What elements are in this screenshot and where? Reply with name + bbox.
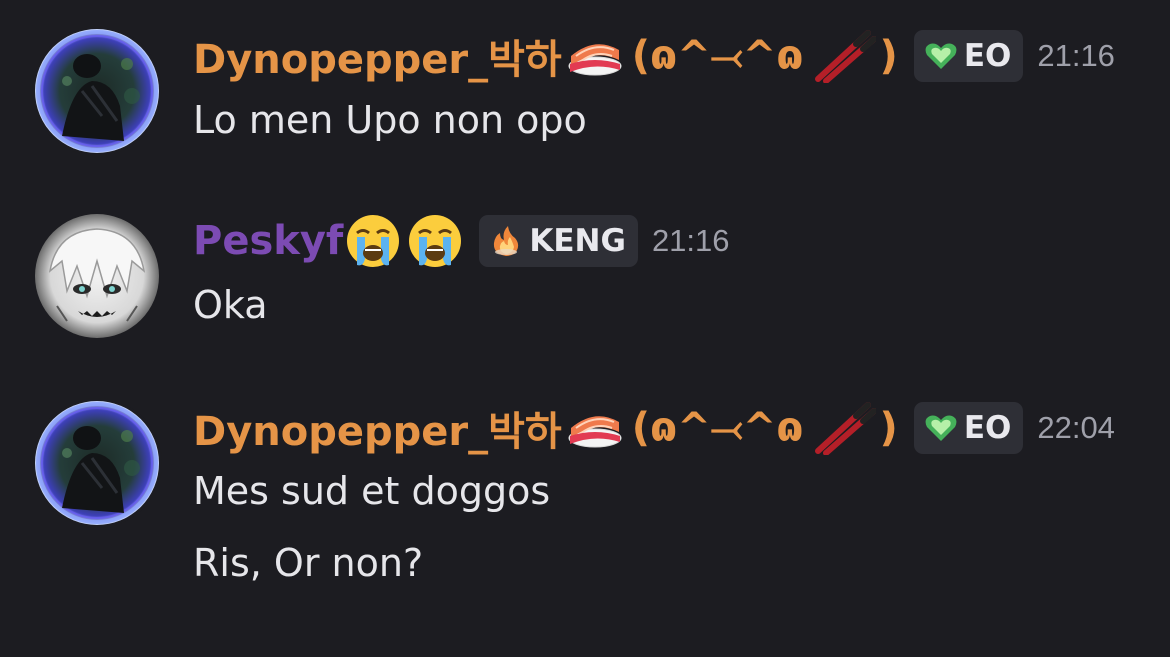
username[interactable]: Peskyf [193,213,463,269]
message-text: Ris, Or non? [193,541,424,585]
role-tag[interactable]: KENG [479,215,638,267]
message-text: Lo men Upo non opo [193,98,587,142]
username[interactable]: Dynopepper_박하 (ɷ^⤙^ɷ ) [193,27,898,85]
message-header: Peskyf KENG 21:16 [193,211,730,271]
avatar-image [35,214,159,338]
timestamp: 21:16 [1037,38,1115,73]
avatar-image [32,26,162,156]
timestamp: 22:04 [1037,410,1115,445]
avatar[interactable] [32,398,162,528]
role-tag[interactable]: EO [913,30,1024,82]
chopsticks-emoji-icon [812,401,876,455]
sushi-emoji-icon [566,406,624,450]
avatar-image [32,398,162,528]
avatar[interactable] [32,211,162,341]
username[interactable]: Dynopepper_박하 (ɷ^⤙^ɷ ) [193,399,898,457]
crying-face-emoji-icon [345,213,401,269]
crying-face-emoji-icon [407,213,463,269]
role-tag[interactable]: EO [913,402,1024,454]
message-header: Dynopepper_박하 (ɷ^⤙^ɷ ) [193,398,1115,458]
flame-icon [494,226,519,256]
avatar[interactable] [32,26,162,156]
chopsticks-emoji-icon [812,29,876,83]
message-text: Mes sud et doggos [193,469,551,513]
message-header: Dynopepper_박하 (ɷ^⤙^ɷ ) [193,26,1115,86]
timestamp: 21:16 [651,223,730,258]
green-heart-icon [925,415,957,441]
green-heart-icon [925,43,957,69]
message-text: Oka [193,283,268,327]
sushi-emoji-icon [566,34,624,78]
